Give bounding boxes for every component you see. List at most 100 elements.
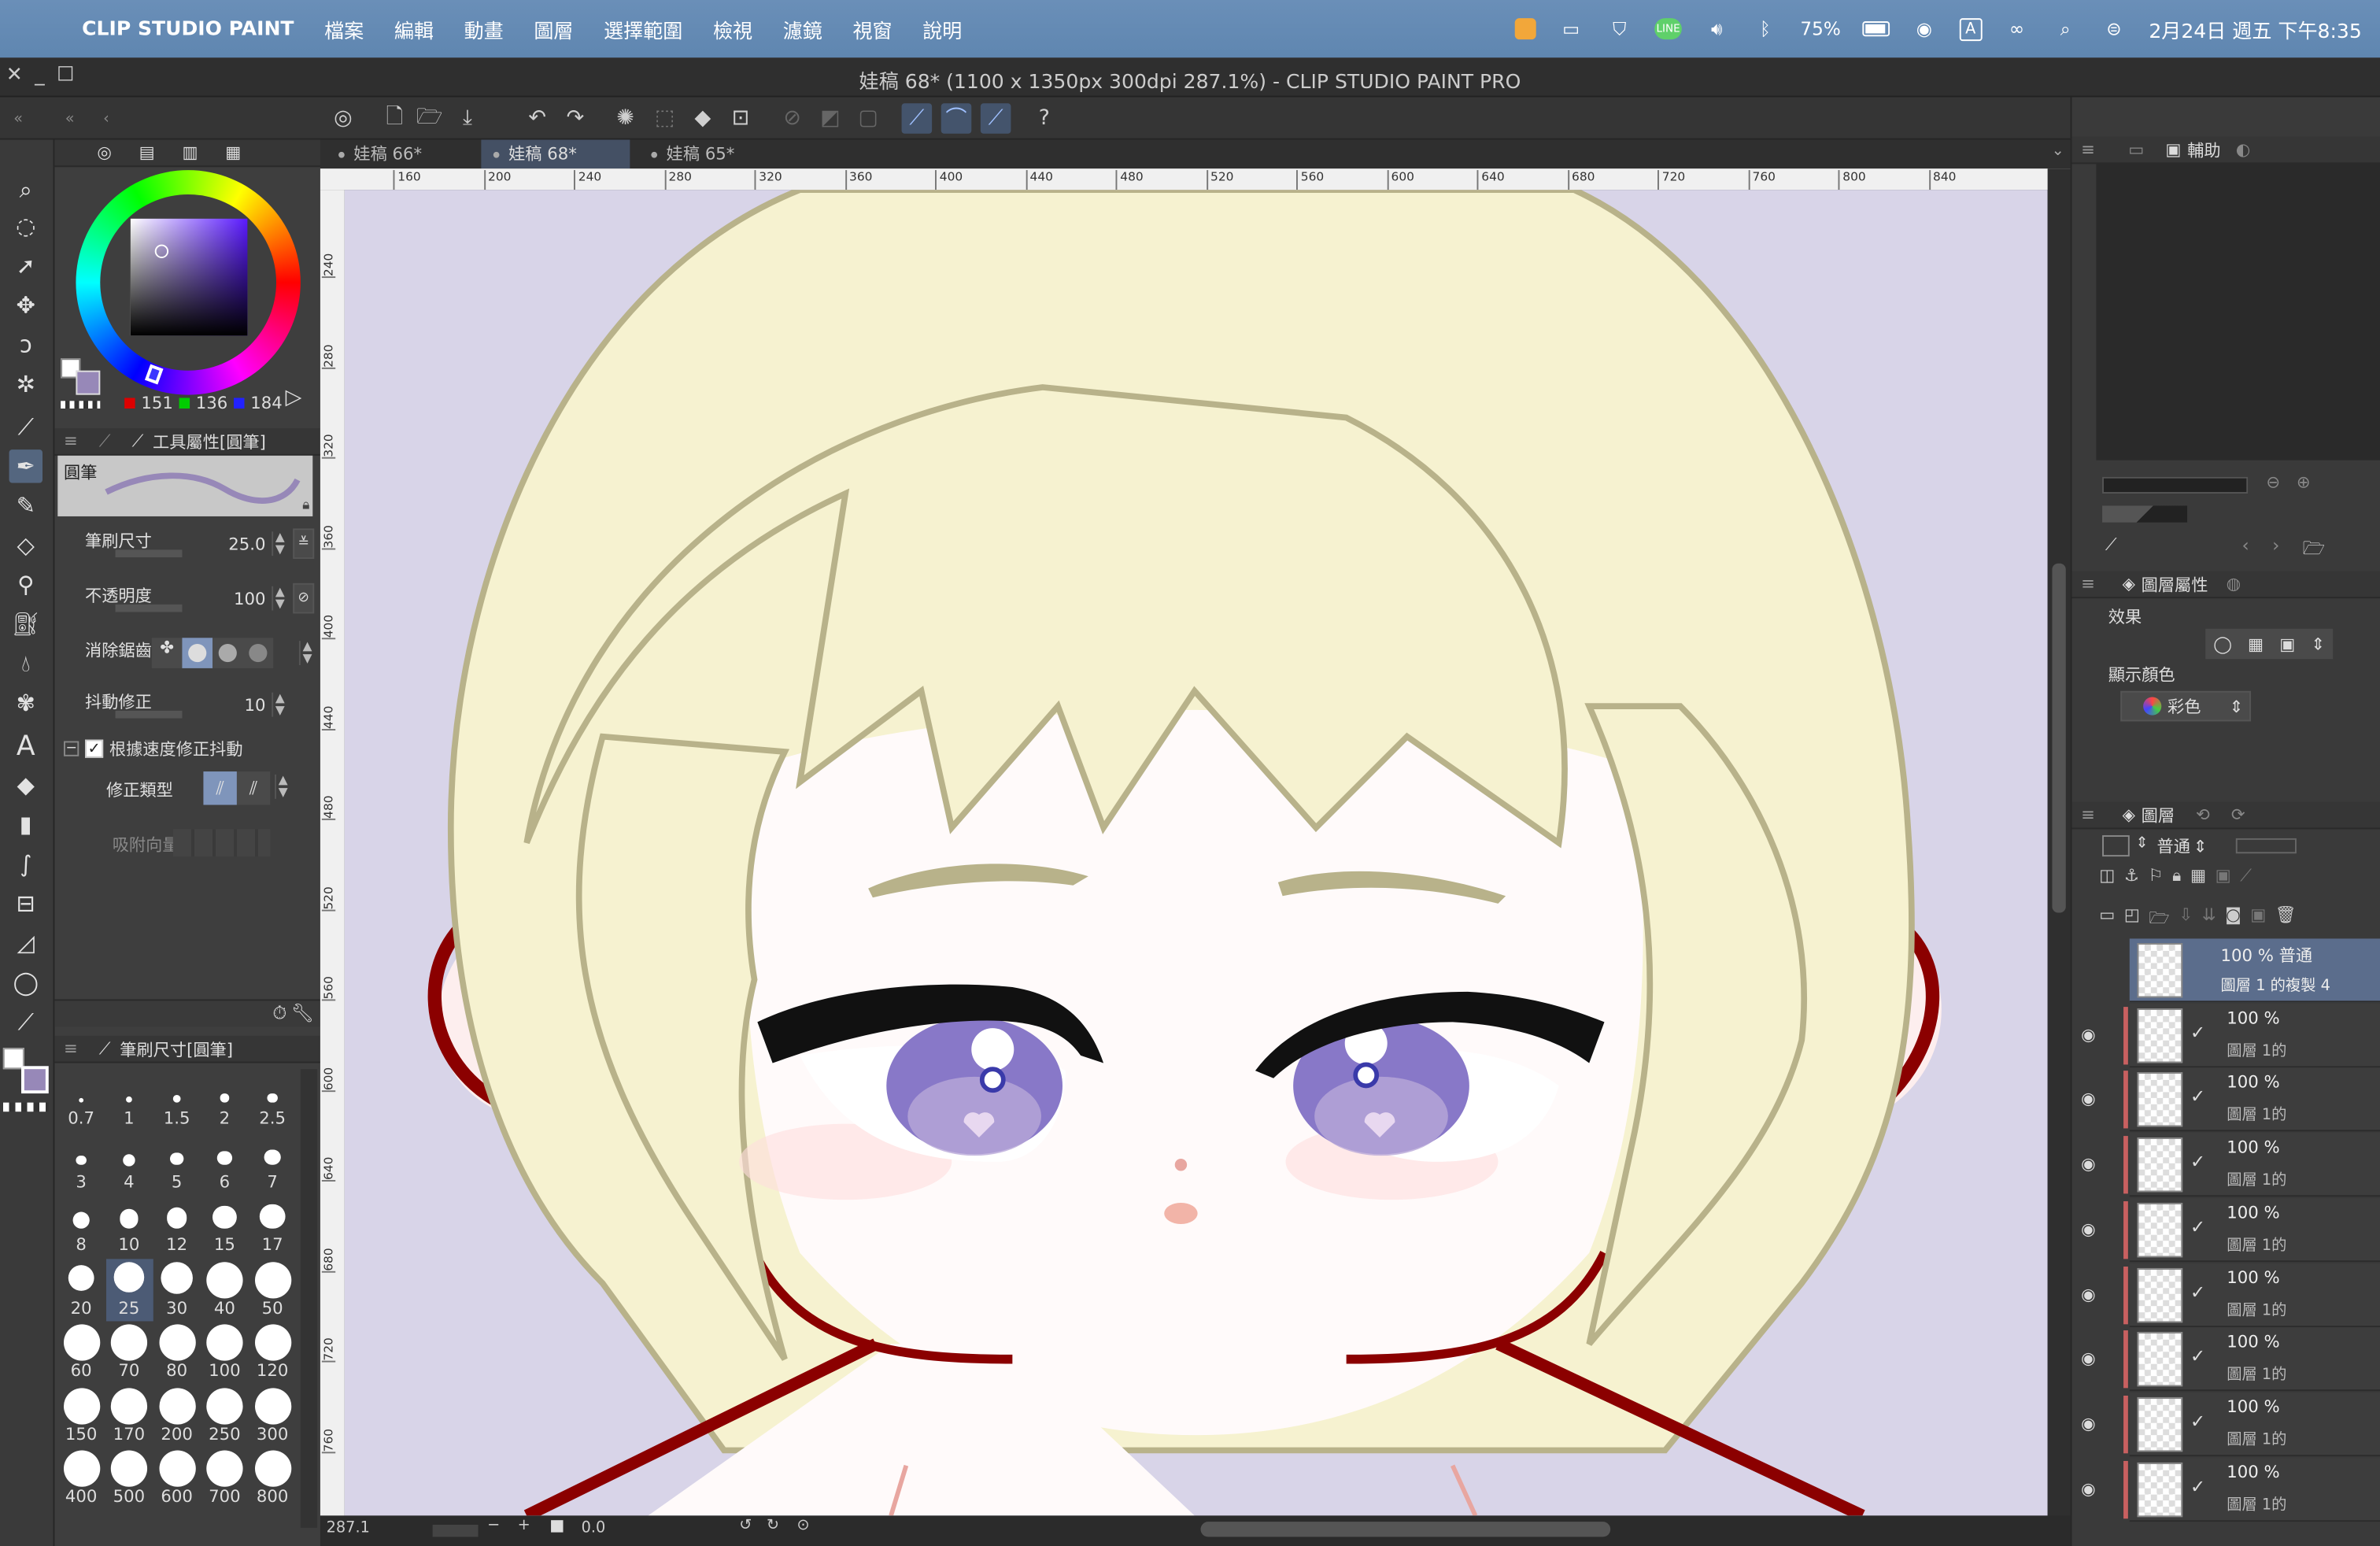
opacity-slider[interactable] xyxy=(115,604,183,612)
frame-tool-icon[interactable]: ⊟ xyxy=(9,887,42,920)
color-menu-icon[interactable]: ▷ xyxy=(286,386,302,410)
navigator-prev-icon[interactable]: ‹ xyxy=(2241,534,2249,556)
menu-view[interactable]: 檢視 xyxy=(713,14,752,43)
layer-visibility-eye-icon[interactable]: ◉ xyxy=(2081,1478,2096,1498)
horizontal-scroll-thumb[interactable] xyxy=(1200,1522,1611,1537)
new-file-icon[interactable]: 🗋︎ xyxy=(379,103,410,134)
layer-row[interactable]: ✓ 100 % 圖層 1的 xyxy=(2123,1263,2380,1327)
correction-type-b-icon[interactable]: ⫽ xyxy=(237,771,270,804)
layer-row[interactable]: ✓ 100 % 圖層 1的 xyxy=(2123,1068,2380,1133)
figure-tool-icon[interactable]: ∫ xyxy=(9,848,42,881)
brush-size-cell[interactable]: 2 xyxy=(201,1069,249,1131)
input-method-icon[interactable]: A xyxy=(1959,17,1983,41)
fit-window-icon[interactable] xyxy=(551,1520,564,1533)
layer-tab-label[interactable]: 圖層 xyxy=(2142,803,2175,827)
brush-size-cell[interactable]: 15 xyxy=(201,1195,249,1257)
collapse-panel-icon[interactable]: « xyxy=(54,103,85,134)
color-sub-mini[interactable] xyxy=(76,370,101,395)
aux-tab-icon[interactable]: ▣ xyxy=(2165,139,2181,159)
clip-layer-icon[interactable]: ◫ xyxy=(2099,866,2115,893)
blend-mode-select[interactable]: 普通 ⇕ xyxy=(2156,832,2217,860)
brush-size-cell[interactable]: 250 xyxy=(201,1385,249,1447)
layer-row[interactable]: ✓ 100 % 圖層 1的 xyxy=(2123,1457,2380,1522)
navigator-zoom-slider[interactable] xyxy=(2102,476,2249,494)
brush-size-tab-icon[interactable]: ⟋ xyxy=(99,1038,111,1060)
brush-size-cell[interactable]: 40 xyxy=(201,1258,249,1320)
move-tool-icon[interactable]: ✥ xyxy=(9,289,42,322)
delete-layer-icon[interactable]: 🗑︎ xyxy=(2275,905,2297,933)
drawing-canvas[interactable] xyxy=(344,190,2048,1516)
new-raster-layer-icon[interactable]: ▭ xyxy=(2099,905,2115,933)
decoration-tool-icon[interactable]: ✾ xyxy=(9,686,42,719)
angle-value[interactable]: 0.0 xyxy=(582,1520,606,1537)
brush-size-cell[interactable]: 10 xyxy=(105,1195,153,1257)
zoom-out-icon[interactable]: − xyxy=(487,1517,500,1533)
blend-tool-icon[interactable]: 💧︎ xyxy=(9,647,42,680)
pen-tool-icon[interactable]: ✒ xyxy=(9,449,42,483)
fill-tool-icon[interactable]: ◆ xyxy=(9,768,42,801)
brush-size-panel-title[interactable]: 筆刷尺寸[圓筆] xyxy=(120,1037,233,1061)
color-set-tab-icon[interactable]: ▤ xyxy=(139,142,155,162)
brush-size-cell[interactable]: 800 xyxy=(249,1448,296,1510)
layer-row[interactable]: ✓ 100 % 圖層 1的 xyxy=(2123,1133,2380,1197)
text-tool-icon[interactable]: A xyxy=(9,729,42,762)
link-icon[interactable]: ∞ xyxy=(2003,17,2031,41)
brush-size-cell[interactable]: 100 xyxy=(201,1321,249,1383)
brush-size-cell[interactable]: 8 xyxy=(57,1195,105,1257)
brush-size-cell[interactable]: 80 xyxy=(153,1321,201,1383)
navigator-tab-icon[interactable]: ▭ xyxy=(2128,139,2144,159)
antialias-none-icon[interactable]: ✤ xyxy=(152,638,183,668)
menu-file[interactable]: 檔案 xyxy=(324,14,364,43)
fill-icon[interactable]: ◆ xyxy=(688,103,719,134)
sub-tool-tab-icon[interactable]: ⟋ xyxy=(99,431,111,452)
selection-box-icon[interactable]: ▢ xyxy=(853,103,884,134)
line-app-icon[interactable]: LINE xyxy=(1654,18,1682,40)
navigator-next-icon[interactable]: › xyxy=(2272,534,2279,556)
brush-size-cell[interactable]: 150 xyxy=(57,1385,105,1447)
layer-visibility-eye-icon[interactable]: ◉ xyxy=(2081,1284,2096,1304)
layer-row[interactable]: ✓ 100 % 圖層 1的 xyxy=(2123,1003,2380,1067)
layer-row[interactable]: ✓ 100 % 圖層 1的 xyxy=(2123,1197,2380,1262)
brush-size-cell[interactable]: 120 xyxy=(249,1321,296,1383)
layer-visibility-eye-icon[interactable]: ◉ xyxy=(2081,1414,2096,1433)
undo-icon[interactable]: ↶ xyxy=(522,103,552,134)
brush-size-cell[interactable]: 500 xyxy=(105,1448,153,1510)
navigator-zoom-in-icon[interactable]: ⊕ xyxy=(2297,472,2311,492)
snap-ruler-icon[interactable]: ⟋ xyxy=(901,103,933,134)
lock-layer-icon[interactable]: 🔒︎ xyxy=(2172,866,2181,893)
merge-down-icon[interactable]: ⇊ xyxy=(2202,905,2216,933)
layer-search-tab-icon[interactable]: ◍ xyxy=(2227,574,2241,594)
layer-row[interactable]: ✓ 100 % 圖層 1的 xyxy=(2123,1327,2380,1392)
aux-tab-label[interactable]: 輔助 xyxy=(2187,138,2220,162)
stabilization-slider[interactable] xyxy=(115,710,183,719)
control-center-icon[interactable]: ⊜ xyxy=(2101,17,2128,41)
menu-help[interactable]: 說明 xyxy=(922,14,962,43)
brush-tool-icon[interactable]: ⚲ xyxy=(9,568,42,601)
layer-option-icon[interactable] xyxy=(2102,835,2130,857)
rotate-view-tool-icon[interactable]: ◌ xyxy=(9,209,42,242)
brush-size-cell[interactable]: 70 xyxy=(105,1321,153,1383)
brush-size-pressure-button[interactable]: ≚ xyxy=(293,528,315,559)
brush-size-slider[interactable] xyxy=(115,549,183,558)
apply-mask-icon[interactable]: ▣ xyxy=(2250,905,2266,933)
brush-size-cell[interactable]: 0.7 xyxy=(57,1069,105,1131)
brush-size-cell[interactable]: 30 xyxy=(153,1258,201,1320)
brush-size-cell[interactable]: 6 xyxy=(201,1132,249,1194)
layer-panel-menu-icon[interactable]: ≡ xyxy=(2081,805,2095,825)
speed-correction-checkbox[interactable]: ✓ xyxy=(84,739,104,758)
layer-visibility-eye-icon[interactable]: ◉ xyxy=(2081,1349,2096,1369)
transform-icon[interactable]: ⊡ xyxy=(726,103,756,134)
object-tool-icon[interactable]: ➚ xyxy=(9,249,42,282)
layer-visibility-eye-icon[interactable]: ◉ xyxy=(2081,1025,2096,1045)
display-color-select[interactable]: 彩色 ⇕ xyxy=(2120,690,2252,722)
timeline-tab-icon[interactable]: ⟳ xyxy=(2231,805,2245,825)
lasso-tool-icon[interactable]: ↄ xyxy=(9,328,42,361)
brush-size-cell[interactable]: 12 xyxy=(153,1195,201,1257)
canvas-vertical-scrollbar[interactable] xyxy=(2047,168,2071,1516)
approximate-color-tab-icon[interactable]: ▦ xyxy=(225,142,241,162)
app-name-menu[interactable]: CLIP STUDIO PAINT xyxy=(82,17,294,40)
create-mask-icon[interactable]: ◙ xyxy=(2225,905,2241,933)
brush-size-cell[interactable]: 50 xyxy=(249,1258,296,1320)
ruler-link-icon[interactable]: ⟋ xyxy=(2240,866,2252,893)
menu-animation[interactable]: 動畫 xyxy=(464,14,504,43)
